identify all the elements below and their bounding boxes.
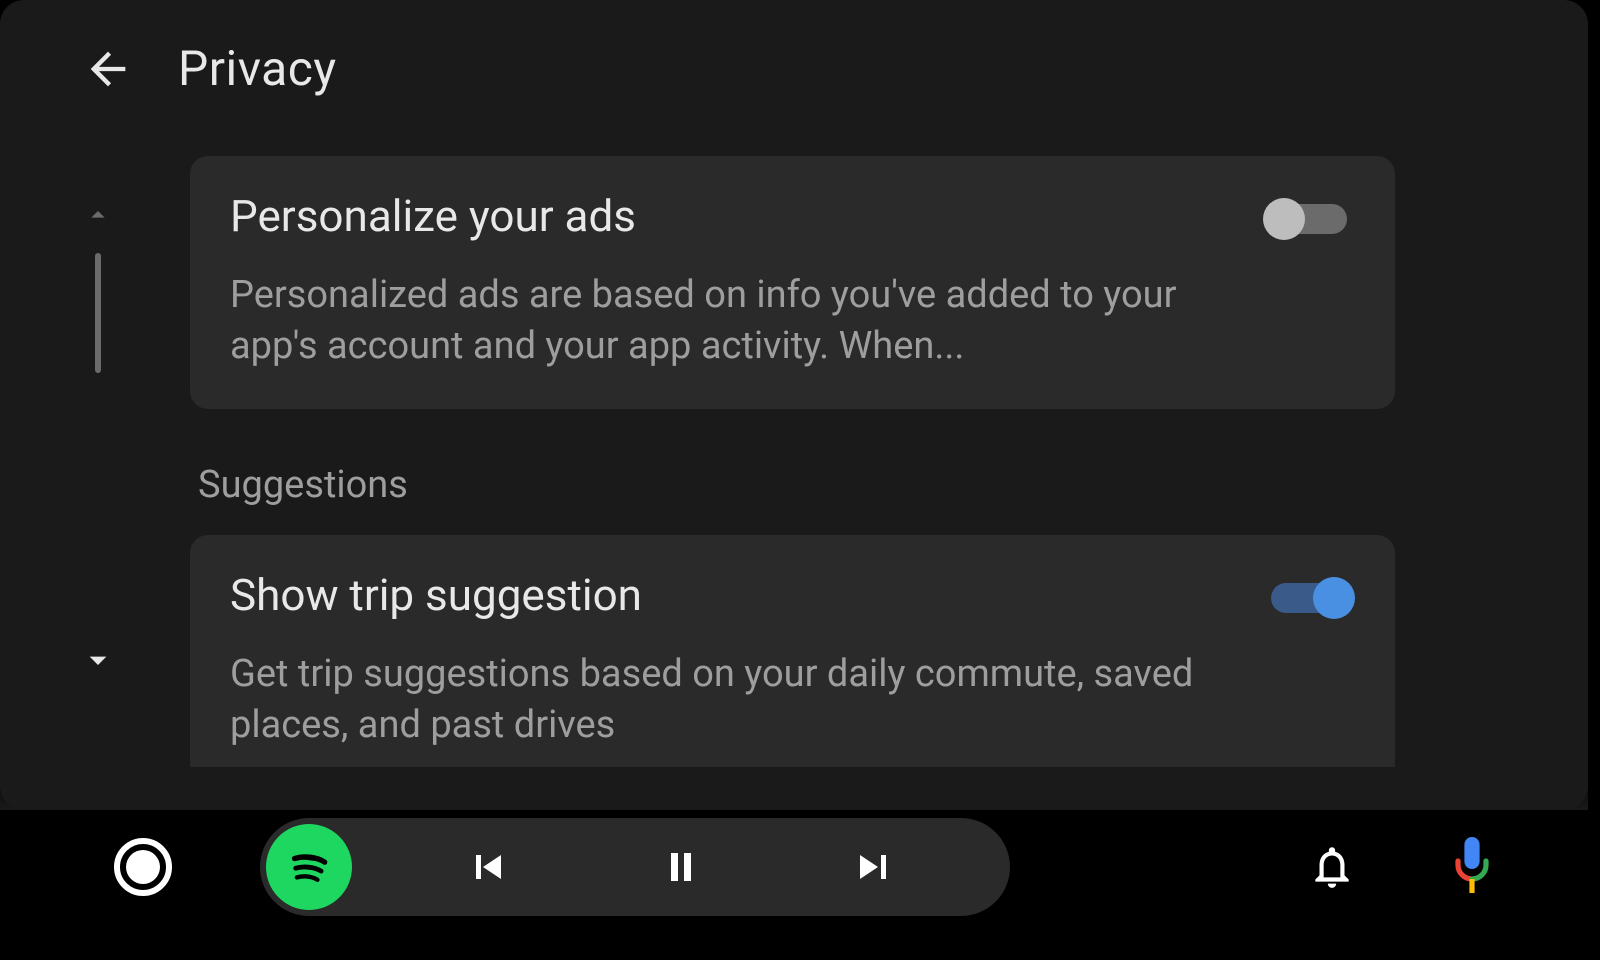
arrow-back-icon xyxy=(82,43,134,95)
skip-previous-icon xyxy=(464,843,512,891)
scroll-track xyxy=(95,253,101,373)
back-button[interactable] xyxy=(80,41,136,97)
scroll-indicator xyxy=(78,195,118,715)
toggle-thumb xyxy=(1313,577,1355,619)
setting-personalize-ads[interactable]: Personalize your ads Personalized ads ar… xyxy=(190,156,1395,409)
setting-text: Show trip suggestion Get trip suggestion… xyxy=(230,569,1233,752)
setting-title: Show trip suggestion xyxy=(230,569,1233,621)
home-button[interactable] xyxy=(114,838,172,896)
header: Privacy xyxy=(80,40,337,97)
skip-previous-button[interactable] xyxy=(458,837,518,897)
setting-trip-suggestion[interactable]: Show trip suggestion Get trip suggestion… xyxy=(190,535,1395,767)
setting-description: Get trip suggestions based on your daily… xyxy=(230,649,1233,752)
setting-title: Personalize your ads xyxy=(230,190,1233,242)
chevron-up-icon xyxy=(82,199,114,231)
setting-description: Personalized ads are based on info you'v… xyxy=(230,270,1233,373)
scroll-down-button[interactable] xyxy=(78,640,118,680)
spotify-icon xyxy=(280,838,338,896)
page-title: Privacy xyxy=(178,40,337,97)
personalize-ads-toggle[interactable] xyxy=(1263,198,1355,242)
media-control-pill xyxy=(260,818,1010,916)
voice-assistant-button[interactable] xyxy=(1444,831,1500,903)
chevron-down-icon xyxy=(78,640,118,680)
settings-panel: Privacy Personalize your ads Personalize… xyxy=(0,0,1588,810)
bell-icon xyxy=(1307,842,1357,892)
skip-next-icon xyxy=(850,843,898,891)
setting-text: Personalize your ads Personalized ads ar… xyxy=(230,190,1233,373)
trip-suggestion-toggle[interactable] xyxy=(1263,577,1355,621)
google-mic-icon xyxy=(1448,834,1496,900)
skip-next-button[interactable] xyxy=(844,837,904,897)
media-controls xyxy=(352,837,1010,897)
pause-icon xyxy=(657,843,705,891)
screen: Privacy Personalize your ads Personalize… xyxy=(0,0,1600,960)
notifications-button[interactable] xyxy=(1304,839,1360,895)
record-circle-icon xyxy=(126,850,160,884)
play-pause-button[interactable] xyxy=(651,837,711,897)
bottom-bar xyxy=(0,812,1600,922)
settings-list: Personalize your ads Personalized ads ar… xyxy=(190,156,1395,767)
fade-mask xyxy=(0,770,1588,810)
section-header-suggestions: Suggestions xyxy=(198,463,1395,507)
media-app-button[interactable] xyxy=(266,824,352,910)
toggle-thumb xyxy=(1263,198,1305,240)
scroll-up-button[interactable] xyxy=(78,195,118,235)
